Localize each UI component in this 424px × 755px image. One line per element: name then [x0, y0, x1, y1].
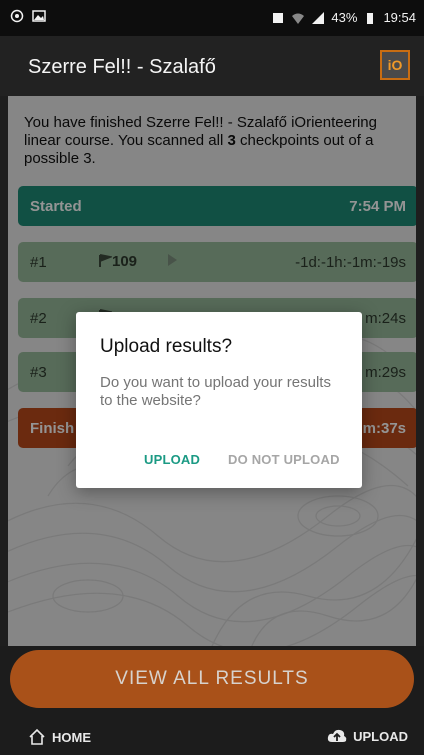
upload-label: UPLOAD [353, 728, 408, 744]
image-icon [32, 10, 46, 22]
whatsapp-icon [10, 9, 24, 23]
battery-icon [367, 12, 374, 24]
do-not-upload-button[interactable]: DO NOT UPLOAD [228, 452, 340, 467]
home-label: HOME [52, 729, 91, 745]
dialog-title: Upload results? [100, 336, 233, 357]
upload-button[interactable]: UPLOAD [144, 452, 200, 467]
status-bar: 43% 19:54 [0, 0, 424, 36]
page-title: Szerre Fel!! - Szalafő [28, 56, 216, 78]
cloud-upload-icon [327, 729, 347, 742]
upload-nav-button[interactable]: UPLOAD [327, 728, 408, 744]
dialog-message: Do you want to upload your results to th… [100, 374, 331, 409]
home-icon [29, 728, 45, 745]
battery-level: 43% [331, 10, 358, 25]
signal-icon [312, 11, 325, 24]
app-bar: Szerre Fel!! - Szalafő iO [0, 36, 424, 96]
wifi-icon [292, 13, 305, 24]
nfc-icon [273, 12, 284, 23]
bottom-nav: HOME UPLOAD [0, 718, 424, 755]
bottom-bar: VIEW ALL RESULTS HOME UPLOAD [0, 646, 424, 755]
upload-dialog: Upload results? Do you want to upload yo… [76, 312, 362, 488]
home-button[interactable]: HOME [28, 728, 91, 746]
view-all-results-button[interactable]: VIEW ALL RESULTS [10, 650, 414, 708]
clock: 19:54 [383, 10, 416, 25]
app-logo: iO [380, 50, 410, 80]
